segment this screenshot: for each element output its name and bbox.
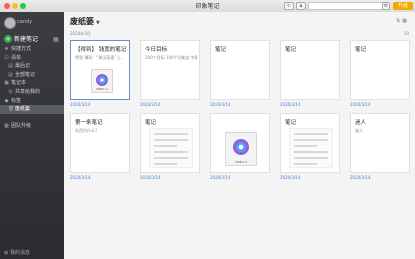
note-date: 2020/3/14	[210, 175, 231, 180]
sync-icon[interactable]: ↻	[284, 2, 294, 10]
sidebar-item-label: 共享给我的	[15, 88, 41, 95]
sidebar-item[interactable]: ▦ 团队升级	[0, 122, 64, 131]
messages-label: 我的消息	[9, 250, 30, 256]
grid-icon[interactable]: ▦	[402, 18, 409, 24]
note-card[interactable]: 今日目标 100个目标 100个功能这 字幕改进	[140, 40, 200, 100]
note-snippet: 得到 薄雨：“勇当高速”上..	[75, 55, 123, 60]
sidebar-item-label: 笔记本	[11, 80, 27, 87]
note-title: 笔记	[355, 47, 367, 53]
sidebar-item-label: 清单	[11, 54, 22, 61]
note-date: 2020/3/14	[350, 102, 371, 107]
note-title: 今日目标	[145, 47, 168, 53]
note-title: 迷人	[355, 120, 367, 126]
team-icon: ▦	[4, 123, 9, 130]
sidebar-item[interactable]: ▣ 笔记本	[0, 79, 64, 88]
note-count: 10	[403, 31, 409, 36]
note-title: 笔记	[285, 47, 297, 53]
sidebar-item[interactable]: 🗑︎废纸篓	[0, 105, 64, 114]
view-options[interactable]: ⇅▦	[396, 18, 409, 24]
music-icon	[96, 74, 108, 86]
date-group-label: 2020年3月	[70, 31, 91, 36]
sidebar-item[interactable]: ▤ 全部笔记	[0, 71, 64, 80]
plus-icon: +	[4, 35, 12, 43]
file-type-label: MPEG-4	[235, 160, 247, 164]
sidebar-nav: ★ 快捷方式 ☑ 清单 ▤ 最后记 ▤ 全部笔记 ▣ 笔记本 ⇆ 共享给我的 ◆ 标签 🗑︎废纸篓 ▦ 团队升级	[0, 45, 64, 131]
avatar[interactable]	[4, 17, 16, 29]
upgrade-button[interactable]: 升级	[393, 2, 413, 10]
page-title-text: 废纸篓	[70, 17, 94, 26]
note-card[interactable]: 笔记	[350, 40, 410, 100]
note-card[interactable]: 【得到】 钱宽的笔记 得到 薄雨：“勇当高速”上.. MPEG-4	[70, 40, 130, 100]
sidebar-item-label: 最后记	[15, 63, 31, 70]
note-date: 2020/3/14	[70, 102, 91, 107]
note-card[interactable]: 笔记	[280, 40, 340, 100]
sidebar-item[interactable]: ▤ 最后记	[0, 62, 64, 71]
note-card[interactable]: 第一条笔记东西为什么?	[70, 113, 130, 173]
search-input[interactable]	[308, 2, 388, 10]
notebook-icon: ▣	[4, 80, 9, 87]
sidebar-item[interactable]	[0, 114, 64, 123]
note-date: 2020/3/14	[350, 175, 371, 180]
sidebar-item-label: 全部笔记	[15, 71, 36, 78]
new-note-label: 新建笔记	[14, 36, 39, 43]
main-panel: 废纸篓 ▼ ⇅▦ 2020年3月 10 【得到】 钱宽的笔记 得到 薄雨：“勇当高速…	[64, 12, 415, 259]
bell-icon: ◍	[4, 250, 9, 256]
music-icon	[233, 139, 249, 155]
settings-icon[interactable]: ⚙	[382, 2, 390, 10]
note-card[interactable]: 笔记	[280, 113, 340, 173]
note-card[interactable]: 笔记	[210, 40, 270, 100]
note-title: 笔记	[215, 47, 227, 53]
chevron-down-icon: ▼	[96, 20, 100, 26]
notes-icon: ▤	[8, 71, 13, 78]
note-title: 第一条笔记	[75, 120, 103, 126]
sidebar-item[interactable]: ☑ 清单	[0, 54, 64, 63]
note-title: 笔记	[145, 120, 157, 126]
document-thumbnail	[289, 128, 333, 168]
mpeg4-file-icon: MPEG-4	[225, 132, 257, 166]
note-card[interactable]: 笔记	[140, 113, 200, 173]
new-note-button[interactable]: + 新建笔记	[4, 34, 38, 43]
tag-icon: ◆	[4, 97, 9, 104]
note-icon: ▤	[8, 63, 13, 70]
sidebar-item-label: 标签	[11, 97, 22, 104]
file-type-label: MPEG-4	[96, 87, 108, 91]
grid-view-icon[interactable]: ▦	[53, 36, 59, 43]
note-date: 2020/3/14	[140, 102, 161, 107]
note-snippet: 迷人	[355, 128, 363, 133]
note-snippet: 东西为什么?	[75, 128, 98, 133]
note-card[interactable]: MPEG-4	[210, 113, 270, 173]
note-date: 2020/3/14	[140, 175, 161, 180]
note-snippet: 100个目标 100个功能这 字幕改进	[145, 55, 197, 60]
page-title[interactable]: 废纸篓 ▼	[70, 16, 100, 27]
note-card[interactable]: 迷人 迷人	[350, 113, 410, 173]
note-date: 2020/3/14	[280, 175, 301, 180]
document-thumbnail	[149, 128, 193, 168]
note-date: 2020/3/14	[280, 102, 301, 107]
trash-icon: 🗑︎	[8, 106, 15, 113]
sidebar-item[interactable]: ★ 快捷方式	[0, 45, 64, 54]
note-date: 2020/3/14	[210, 102, 231, 107]
messages-link[interactable]: ◍ 我的消息	[4, 249, 30, 256]
sidebar-item-label: 废纸篓	[15, 106, 31, 113]
username[interactable]: candy	[17, 19, 32, 25]
mpeg4-file-icon: MPEG-4	[91, 69, 113, 93]
sidebar: candy + 新建笔记 ▦ ★ 快捷方式 ☑ 清单 ▤ 最后记 ▤ 全部笔记 ▣ 笔记本 ⇆ 共享给我…	[0, 12, 64, 259]
sidebar-item[interactable]: ⇆ 共享给我的	[0, 88, 64, 97]
lock-icon[interactable]: 🔒︎	[296, 2, 306, 10]
sidebar-item[interactable]: ◆ 标签	[0, 97, 64, 106]
star-icon: ★	[4, 46, 9, 52]
note-title: 笔记	[285, 120, 297, 126]
sidebar-item-label: 团队升级	[11, 123, 32, 130]
share-icon: ⇆	[8, 88, 13, 95]
note-date: 2020/3/14	[70, 175, 91, 180]
checklist-icon: ☑	[4, 54, 9, 61]
note-title: 【得到】 钱宽的笔记	[75, 47, 127, 53]
sidebar-item-label: 快捷方式	[11, 46, 32, 52]
